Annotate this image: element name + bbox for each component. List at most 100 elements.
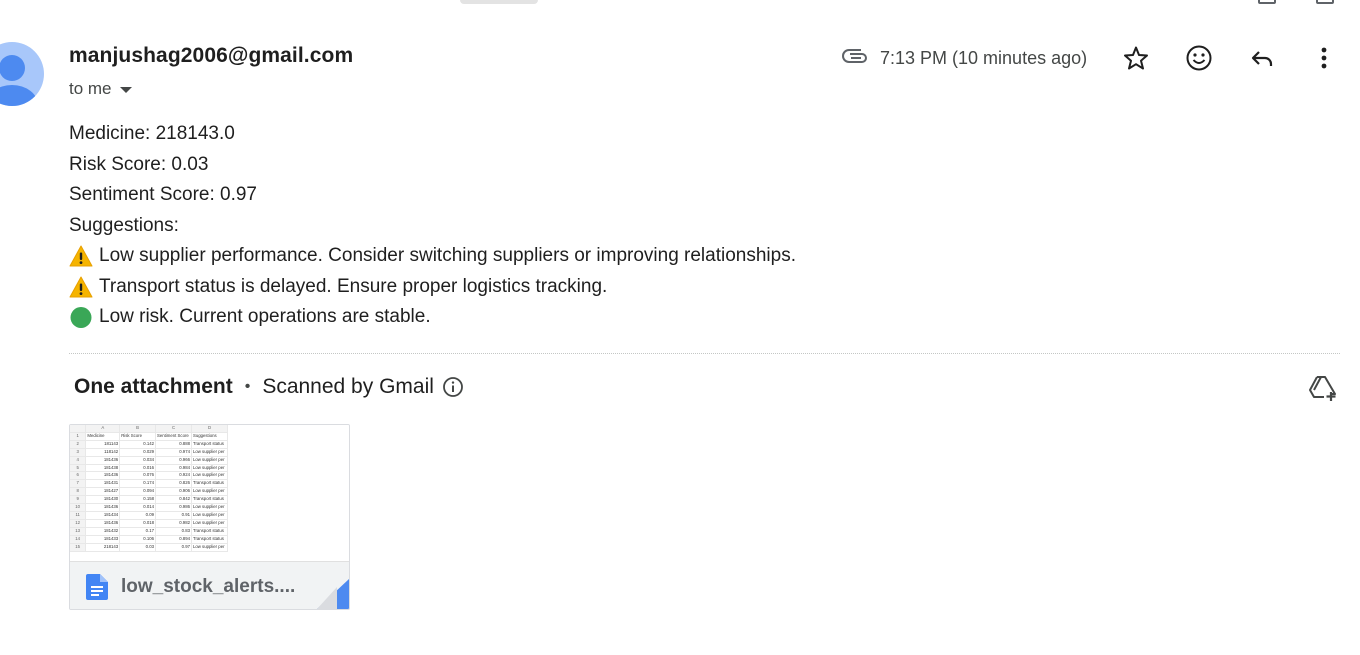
sheet-cell: Transport status — [191, 440, 229, 449]
sheet-cell: 0.174 — [119, 479, 157, 489]
sheet-cell: 0.97 — [155, 543, 192, 552]
sheet-header-row: 1 Medicine Risk Score Sentiment Score Sugges… — [70, 432, 229, 441]
separator-dot: • — [244, 378, 251, 395]
sheet-cell: Transport status — [191, 527, 229, 536]
sheet-cell: 181430 — [85, 495, 121, 505]
sheet-row: 11 181434 0.09 0.91 Low supplier per — [70, 511, 229, 520]
paperclip-icon — [842, 49, 867, 63]
sheet-row-number: 6 — [70, 471, 87, 481]
reply-icon[interactable] — [1248, 44, 1276, 72]
cut-off-subject-row — [0, 0, 1360, 6]
sheet-cell: 0.826 — [155, 479, 192, 489]
sheet-cell: 181431 — [85, 479, 121, 489]
sheet-row-number: 4 — [70, 456, 87, 465]
chevron-down-icon[interactable] — [119, 87, 132, 93]
sheet-column-letter: A — [85, 425, 121, 433]
recipient-details-toggle[interactable]: to me — [69, 79, 132, 99]
sheet-cell: 0.014 — [119, 503, 157, 512]
sheet-cell: 181433 — [85, 535, 121, 544]
sheet-column-letter: B — [119, 425, 157, 433]
sheet-header-cell: Suggestions — [191, 432, 229, 441]
sheet-cell: 0.106 — [119, 535, 157, 544]
sheet-cell: Low supplier per — [191, 448, 229, 457]
sheet-header-cell: Medicine — [85, 432, 121, 441]
print-icon[interactable] — [1258, 0, 1276, 4]
sheet-column-letters: ABCD — [70, 425, 229, 433]
sender-email[interactable]: manjushag2006@gmail.com — [69, 44, 353, 68]
sheet-cell: 0.029 — [119, 448, 157, 457]
sheet-row-number: 11 — [70, 511, 87, 520]
open-in-new-window-icon[interactable] — [1316, 0, 1334, 4]
scanned-by-gmail-label: Scanned by Gmail — [262, 375, 434, 398]
sheet-cell: Transport status — [191, 535, 229, 544]
attachment-corner-fold — [317, 579, 349, 609]
sheet-cell: 0.034 — [119, 456, 157, 465]
email-body-line: Low risk. Current operations are stable. — [69, 302, 796, 333]
sheet-cell: 181432 — [85, 527, 121, 536]
sheet-cell: 0.986 — [155, 503, 192, 512]
attachments-divider — [69, 353, 1340, 354]
sheet-cell: 0.894 — [155, 535, 192, 544]
sheet-row: 5 181438 0.016 0.984 Low supplier per — [70, 464, 229, 473]
sheet-row: 6 181436 0.076 0.924 Low supplier per — [70, 471, 229, 481]
sheet-row-number: 9 — [70, 495, 87, 505]
sheet-row: 7 181431 0.174 0.826 Transport status — [70, 479, 229, 489]
sheet-cell: 218143 — [85, 543, 121, 552]
sheet-cell: 0.888 — [155, 440, 192, 449]
sheet-cell: 0.842 — [155, 495, 192, 505]
warning-sign-icon — [69, 275, 93, 299]
recipient-label: to me — [69, 79, 112, 98]
sheet-header-cell: Risk Score — [119, 432, 157, 441]
sheet-corner — [70, 425, 87, 433]
email-meta: 7:13 PM (10 minutes ago) — [842, 45, 1087, 71]
sheet-row: 2 181143 0.142 0.888 Transport status — [70, 440, 229, 449]
sheet-cell: 0.83 — [155, 527, 192, 536]
sheet-row: 4 181436 0.034 0.966 Low supplier per — [70, 456, 229, 465]
sheet-cell: 0.966 — [155, 456, 192, 465]
green-circle-icon — [69, 305, 93, 329]
more-vert-icon[interactable] — [1310, 44, 1338, 72]
sender-avatar[interactable] — [0, 42, 44, 106]
add-to-drive-icon[interactable] — [1308, 374, 1338, 402]
email-body-text: Sentiment Score: 0.97 — [69, 184, 257, 205]
sheet-cell: 0.17 — [119, 527, 157, 536]
sheet-cell: 0.094 — [119, 487, 157, 497]
sheet-cell: Transport status — [191, 479, 229, 489]
smiley-icon[interactable] — [1185, 44, 1213, 72]
sheet-column-letter: D — [191, 425, 229, 433]
sheet-cell: 0.906 — [155, 487, 192, 497]
sheet-cell: 0.984 — [155, 464, 192, 473]
sheet-cell: 181436 — [85, 519, 121, 528]
avatar-head — [0, 55, 25, 81]
attachment-card[interactable]: A B C D 1 Medicine Risk Score Sentiment Score Su… — [69, 424, 350, 610]
sheet-row-number: 8 — [70, 487, 87, 497]
attachment-thumbnail[interactable]: A B C D 1 Medicine Risk Score Sentiment Score Su… — [70, 425, 349, 561]
sheet-cell: Low supplier per — [191, 464, 229, 473]
sheet-row-number: 5 — [70, 464, 87, 473]
sheet-cell: 0.158 — [119, 495, 157, 505]
sheet-row: 9 181430 0.158 0.842 Transport status — [70, 495, 229, 505]
sheet-cell: 0.982 — [155, 519, 192, 528]
sheet-cell: Low supplier per — [191, 519, 229, 528]
sheet-cell: Low supplier per — [191, 471, 229, 481]
info-icon[interactable] — [442, 376, 464, 398]
sheet-row: 15 218143 0.03 0.97 Low supplier per — [70, 543, 229, 552]
star-icon[interactable] — [1122, 44, 1150, 72]
sheet-cell: 0.91 — [155, 511, 192, 520]
email-body-text: Suggestions: — [69, 214, 179, 236]
sheet-row-number: 14 — [70, 535, 87, 544]
sheet-cell: 181436 — [85, 503, 121, 512]
attachment-filename: low_stock_alerts.... — [121, 575, 296, 597]
email-body-line: Low supplier performance. Consider switc… — [69, 241, 796, 272]
warning-sign-icon — [69, 244, 93, 268]
email-body-line: Sentiment Score: 0.97 — [69, 180, 796, 211]
sheet-cell: 181438 — [85, 464, 121, 473]
sheet-cell: 181434 — [85, 511, 121, 520]
sheet-cell: 0.03 — [119, 543, 157, 552]
email-body-line: Transport status is delayed. Ensure prop… — [69, 272, 796, 303]
attachments-title: One attachment — [74, 375, 233, 398]
sheet-cell: Low supplier per — [191, 503, 229, 512]
email-body-text: Risk Score: 0.03 — [69, 153, 209, 175]
google-docs-icon — [86, 573, 108, 600]
sheet-row-number: 2 — [70, 440, 87, 449]
